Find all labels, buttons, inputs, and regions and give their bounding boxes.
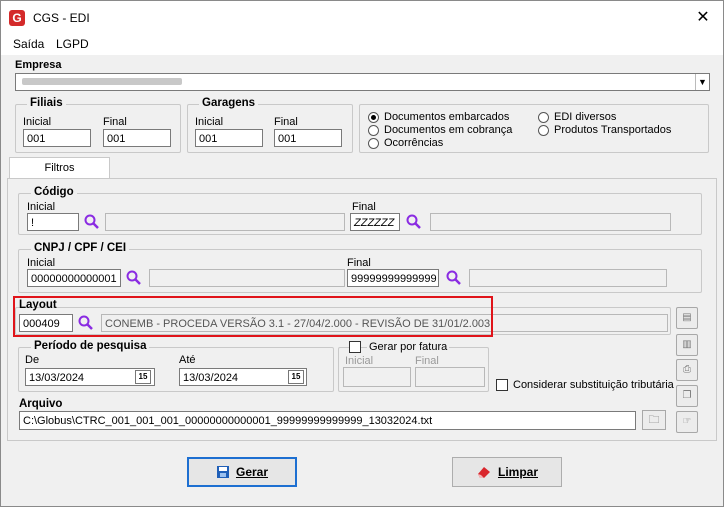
garagens-inicial-label: Inicial — [195, 116, 224, 128]
radio-label-produtos-transportados: Produtos Transportados — [554, 124, 672, 136]
radio-produtos-transportados[interactable] — [538, 125, 549, 136]
radio-ocorrencias[interactable] — [368, 138, 379, 149]
highlight-box — [13, 296, 493, 337]
filiais-final-label: Final — [103, 116, 127, 128]
empresa-select[interactable]: ▼ — [15, 73, 710, 91]
codigo-final-label: Final — [352, 201, 376, 213]
arquivo-input[interactable]: C:\Globus\CTRC_001_001_001_0000000000000… — [19, 411, 636, 430]
notes-icon[interactable]: ▥ — [676, 334, 698, 356]
garagens-inicial-input[interactable]: 001 — [195, 129, 263, 147]
gerar-button-label: Gerar — [235, 465, 269, 479]
blurred-company-name — [22, 78, 182, 85]
periodo-title: Período de pesquisa — [31, 340, 150, 352]
tab-filtros[interactable]: Filtros — [9, 157, 110, 179]
menu-lgpd[interactable]: LGPD — [56, 37, 89, 51]
radio-documentos-cobranca[interactable] — [368, 125, 379, 136]
codigo-final-description — [430, 213, 671, 231]
radio-label-documentos-cobranca: Documentos em cobrança — [384, 124, 513, 136]
fatura-inicial-label: Inicial — [345, 355, 374, 367]
fatura-inicial-input — [343, 367, 411, 387]
radio-label-edi-diversos: EDI diversos — [554, 111, 617, 123]
gerar-button[interactable]: Gerar — [187, 457, 297, 487]
codigo-inicial-label: Inicial — [27, 201, 56, 213]
edi-window: G CGS - EDI ✕ Saída LGPD Empresa ▼ Filia… — [0, 0, 724, 507]
substituicao-tributaria-checkbox[interactable] — [496, 379, 508, 391]
filiais-final-input[interactable]: 001 — [103, 129, 171, 147]
search-icon[interactable] — [405, 213, 423, 231]
limpar-button-label: Limpar — [497, 465, 538, 479]
radio-documentos-embarcados[interactable] — [368, 112, 379, 123]
menu-saida[interactable]: Saída — [13, 37, 44, 51]
cnpj-inicial-label: Inicial — [27, 257, 56, 269]
search-icon[interactable] — [125, 269, 143, 287]
save-icon — [216, 466, 229, 478]
cnpj-inicial-input[interactable]: 00000000000001 — [27, 269, 121, 287]
calendar-icon[interactable]: 15 — [288, 370, 304, 384]
codigo-final-input[interactable]: ZZZZZZ — [350, 213, 400, 231]
limpar-button[interactable]: Limpar — [452, 457, 562, 487]
filiais-title: Filiais — [27, 97, 66, 109]
chevron-down-icon[interactable]: ▼ — [695, 74, 709, 90]
pointer-icon[interactable]: ☞ — [676, 411, 698, 433]
substituicao-tributaria-label: Considerar substituição tributária — [513, 379, 674, 391]
gerar-por-fatura-label: Gerar por fatura — [367, 341, 450, 353]
radio-edi-diversos[interactable] — [538, 112, 549, 123]
codigo-inicial-input[interactable]: ! — [27, 213, 79, 231]
filiais-inicial-label: Inicial — [23, 116, 52, 128]
gerar-por-fatura-checkbox[interactable] — [349, 341, 361, 353]
close-icon[interactable]: ✕ — [691, 7, 715, 29]
garagens-final-label: Final — [274, 116, 298, 128]
empresa-label: Empresa — [15, 59, 62, 71]
eraser-icon — [477, 467, 490, 478]
folder-icon[interactable]: 🗀 — [642, 410, 666, 430]
title-bar: G CGS - EDI ✕ — [1, 1, 723, 35]
cnpj-inicial-description — [149, 269, 345, 287]
fatura-final-input — [415, 367, 485, 387]
app-logo-icon: G — [9, 10, 25, 26]
search-icon[interactable] — [445, 269, 463, 287]
arquivo-title: Arquivo — [19, 398, 63, 410]
fatura-final-label: Final — [415, 355, 439, 367]
codigo-title: Código — [31, 186, 77, 198]
periodo-de-label: De — [25, 354, 40, 366]
radio-label-ocorrencias: Ocorrências — [384, 137, 444, 149]
menu-bar: Saída LGPD — [1, 35, 723, 55]
cnpj-final-input[interactable]: 99999999999999 — [347, 269, 439, 287]
window-title: CGS - EDI — [33, 11, 90, 25]
print-icon[interactable]: ⎙ — [676, 359, 698, 381]
cnpj-final-description — [469, 269, 667, 287]
garagens-title: Garagens — [199, 97, 259, 109]
radio-label-documentos-embarcados: Documentos embarcados — [384, 111, 510, 123]
cnpj-final-label: Final — [347, 257, 371, 269]
calendar-icon[interactable]: 15 — [135, 370, 151, 384]
codigo-inicial-description — [105, 213, 345, 231]
copy-icon[interactable]: ❐ — [676, 385, 698, 407]
document-icon[interactable]: ▤ — [676, 307, 698, 329]
cnpj-title: CNPJ / CPF / CEI — [31, 242, 130, 254]
garagens-final-input[interactable]: 001 — [274, 129, 342, 147]
search-icon[interactable] — [83, 213, 101, 231]
periodo-ate-label: Até — [179, 354, 196, 366]
filiais-inicial-input[interactable]: 001 — [23, 129, 91, 147]
